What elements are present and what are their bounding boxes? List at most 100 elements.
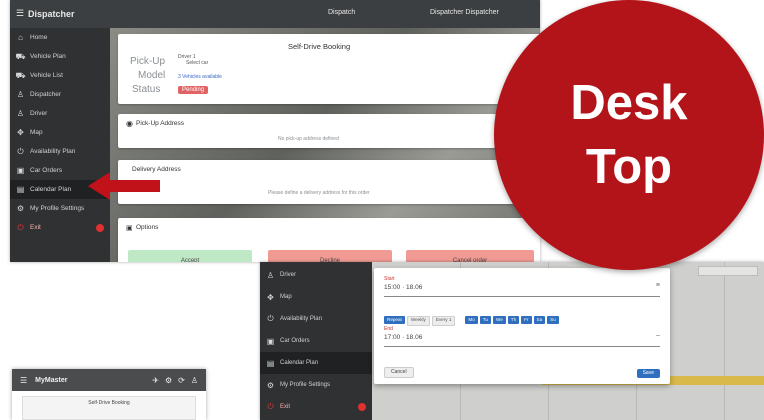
sidebar-item-label: Vehicle List [30,72,63,79]
cancel-button[interactable]: Cancel [384,367,414,378]
vehicle-icon: ⛟ [15,70,26,80]
sidebar: ⌂ Home ⛟ Vehicle Plan ⛟ Vehicle List ♙ Dispatch… [10,28,110,262]
user-icon: ♙ [16,90,25,99]
sidebar-item-my-profile-settings[interactable]: ⚙ My Profile Settings [260,374,372,396]
settings-icon: ⚙ [266,380,275,390]
sidebar-item-label: Exit [280,404,291,410]
field-sub-value[interactable]: Select car [186,60,208,66]
sidebar-item-label: Driver [30,110,48,117]
sidebar-item-label: Car Orders [280,338,310,344]
sidebar-item-vehicle-plan[interactable]: ⛟ Vehicle Plan [10,47,110,66]
pickup-address-title: Pick-Up Address [136,120,185,127]
field-value-model[interactable]: 3 Vehicles available [178,74,222,80]
field-label-model: Model [138,70,166,81]
weekday-chip[interactable]: Su [547,316,559,324]
sidebar-item-label: My Profile Settings [30,205,85,212]
desktop-badge: Desk Top [494,0,764,270]
weekday-chip[interactable]: Fr [521,316,532,324]
top-bar: ☰ Dispatcher Dispatch Dispatcher Dispatc… [10,0,540,28]
home-icon: ⌂ [18,33,23,42]
mobile-top-bar: ☰ MyMaster ✈ ⚙ ⟳ ♙ [12,369,206,391]
order-card: Self-Drive Booking Pick-Up Driver 1 Sele… [118,34,540,104]
sidebar-item-driver[interactable]: ♙ Driver [10,104,110,123]
mobile-card-title: Self-Drive Booking [88,400,130,406]
options-icon: ▣ [126,225,133,232]
pickup-address-body: No pick-up address defined [278,136,339,142]
sidebar-item-exit[interactable]: ⏻ Exit [260,396,372,418]
user-menu-role[interactable]: Dispatch [328,9,355,16]
delivery-address-card: Delivery Address Please define a deliver… [118,160,540,204]
cancel-order-button[interactable]: Cancel order [406,250,534,262]
sidebar-item-vehicle-list[interactable]: ⛟ Vehicle List [10,66,110,85]
event-dialog: Start 15:00 · 18.06 ≡ Repeat Weekly Every … [374,268,670,384]
weekday-chip[interactable]: We [492,316,506,324]
field-label-pickup: Pick-Up [130,56,166,67]
weekday-chip[interactable]: Mo [465,316,478,324]
view-toggle[interactable] [698,266,758,276]
sidebar-item-label: Vehicle Plan [30,53,66,60]
weekday-chip[interactable]: Sa [533,316,546,324]
options-card: ▣ Options Accept Decline Cancel order [118,218,540,262]
menu-icon[interactable]: ☰ [16,8,24,19]
sidebar-item-exit[interactable]: ⏻ Exit [10,218,110,237]
sidebar-item-car-orders[interactable]: ▣ Car Orders [260,330,372,352]
vehicle-icon: ⛟ [15,51,26,61]
desktop-screenshot-main: ☰ Dispatcher Dispatch Dispatcher Dispatc… [10,0,540,262]
repeat-chip[interactable]: Repeat [384,316,405,324]
sidebar-item-label: Availability Plan [30,148,76,155]
sidebar-item-label: Dispatcher [30,91,62,98]
pointer-arrow [88,172,160,200]
delivery-address-body: Please define a delivery address for thi… [268,190,370,196]
map-icon: ✥ [17,128,24,137]
sidebar-item-home[interactable]: ⌂ Home [10,28,110,47]
refresh-icon[interactable]: ⟳ [178,376,185,385]
user-icon: ♙ [16,109,25,118]
sidebar-item-availability-plan[interactable]: ⏻ Availability Plan [10,142,110,161]
expand-icon[interactable]: – [656,332,660,339]
sidebar-item-dispatcher[interactable]: ♙ Dispatcher [10,85,110,104]
sidebar-item-label: Map [280,294,292,300]
sidebar-item-label: Availability Plan [280,316,322,322]
end-field[interactable]: End 17:00 · 18.06 – [384,324,660,347]
app-title: Dispatcher [28,9,75,19]
weekday-chip[interactable]: Th [507,316,520,324]
menu-icon[interactable]: ☰ [20,376,27,385]
sidebar-item-label: Calendar Plan [30,186,72,193]
settings-icon: ⚙ [16,204,25,213]
decline-button[interactable]: Decline [268,250,392,262]
sidebar-item-map[interactable]: ✥ Map [10,123,110,142]
badge-line-2: Top [585,140,673,194]
sidebar-item-label: Driver [280,272,296,278]
sidebar-item-map[interactable]: ✥ Map [260,286,372,308]
car-icon: ▣ [266,336,275,346]
sidebar-item-label: Exit [30,224,41,231]
logout-icon: ⏻ [267,402,274,411]
save-button[interactable]: Save [636,369,660,378]
user-menu-name[interactable]: Dispatcher Dispatcher [430,9,499,16]
sidebar-item-calendar-plan[interactable]: ▤ Calendar Plan [260,352,372,374]
options-title: Options [136,224,159,231]
sidebar-item-my-profile-settings[interactable]: ⚙ My Profile Settings [10,199,110,218]
settings-icon[interactable]: ⚙ [165,376,172,385]
badge-line-1: Desk [570,76,688,130]
sidebar-item-label: Map [30,129,43,136]
expand-icon[interactable]: ≡ [656,282,660,289]
sidebar-item-driver[interactable]: ♙ Driver [260,264,372,286]
pickup-address-card: ◉ Pick-Up Address No pick-up address def… [118,114,540,148]
status-badge: Pending [178,86,209,94]
sidebar-item-availability-plan[interactable]: ⏻ Availability Plan [260,308,372,330]
pin-icon[interactable]: ✈ [152,376,159,385]
power-icon: ⏻ [267,314,274,323]
end-field-label: End [384,326,393,332]
user-icon[interactable]: ♙ [191,376,198,385]
map-icon: ✥ [267,292,274,302]
sidebar-item-label: Calendar Plan [280,360,319,366]
accept-button[interactable]: Accept [128,250,252,262]
notification-dot [96,223,104,232]
content-area: Self-Drive Booking Pick-Up Driver 1 Sele… [110,28,540,262]
start-field-label: Start [384,276,395,282]
desktop-screenshot-calendar: ♙ Driver ✥ Map ⏻ Availability Plan ▣ Car Orders… [260,262,764,420]
start-field[interactable]: Start 15:00 · 18.06 ≡ [384,274,660,297]
start-field-value: 15:00 · 18.06 [384,284,423,291]
weekday-chip[interactable]: Tu [479,316,491,324]
